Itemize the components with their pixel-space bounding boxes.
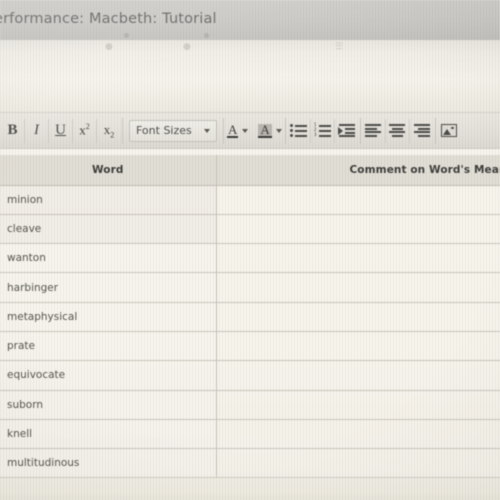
superscript-icon: x2	[79, 122, 90, 138]
toolbar-group-font-size: Font Sizes	[123, 117, 224, 144]
document-editing-area[interactable]: Word Comment on Word's Meaning minion cl…	[0, 149, 500, 500]
italic-icon: I	[34, 122, 39, 138]
table-row[interactable]: equivocate	[0, 360, 500, 391]
title-bar-artifact-dot	[124, 33, 129, 38]
table-row[interactable]: harbinger	[0, 272, 500, 303]
cell-word[interactable]: wanton	[0, 243, 217, 274]
font-sizes-dropdown[interactable]: Font Sizes	[129, 119, 217, 142]
cell-word[interactable]: equivocate	[0, 360, 217, 391]
superscript-button[interactable]: x2	[73, 118, 97, 143]
align-center-button[interactable]	[386, 118, 410, 143]
column-header-comment: Comment on Word's Meaning	[216, 155, 500, 186]
subscript-icon: x2	[103, 121, 115, 140]
editor-toolbar[interactable]: B I U x2 x2 Font Sizes A A 1 2 3	[0, 112, 500, 149]
bold-button[interactable]: B	[1, 118, 25, 143]
align-right-icon	[413, 124, 430, 137]
text-color-chevron-down-icon[interactable]	[242, 128, 249, 133]
align-left-button[interactable]	[362, 118, 386, 143]
vocabulary-table[interactable]: Word Comment on Word's Meaning minion cl…	[0, 155, 500, 479]
chevron-down-icon	[204, 128, 210, 133]
table-row[interactable]: wanton	[0, 243, 500, 274]
table-row[interactable]: metaphysical	[0, 302, 500, 332]
cell-comment[interactable]	[216, 390, 500, 420]
toolbar-group-alignment	[361, 117, 436, 144]
text-color-icon: A	[227, 121, 239, 138]
cell-word[interactable]: knell	[0, 419, 217, 450]
cell-comment[interactable]	[216, 272, 500, 303]
align-left-icon	[365, 124, 382, 137]
cell-comment[interactable]	[216, 419, 500, 450]
italic-button[interactable]: I	[25, 118, 49, 143]
cell-comment[interactable]	[216, 302, 500, 332]
font-sizes-label: Font Sizes	[136, 124, 192, 137]
cell-word[interactable]: suborn	[0, 390, 217, 420]
align-right-button[interactable]	[410, 119, 434, 143]
numbered-list-icon: 1 2 3	[314, 123, 331, 138]
cell-comment[interactable]	[216, 243, 500, 274]
numbered-list-button[interactable]: 1 2 3	[311, 118, 335, 143]
subscript-button[interactable]: x2	[97, 119, 121, 143]
table-row[interactable]: suborn	[0, 390, 500, 420]
toolbar-group-lists: 1 2 3	[286, 117, 361, 144]
faded-toolbar-ghost: ● ● ☰	[105, 42, 344, 52]
cell-comment[interactable]	[216, 331, 500, 362]
table-header-row: Word Comment on Word's Meaning	[0, 155, 500, 186]
toolbar-group-colors: A A	[224, 117, 286, 144]
cell-word[interactable]: cleave	[0, 214, 217, 245]
highlight-color-chevron-down-icon[interactable]	[275, 128, 282, 133]
image-icon	[440, 124, 457, 137]
bulleted-list-icon	[289, 124, 307, 137]
cell-comment[interactable]	[216, 214, 500, 245]
cell-word[interactable]: prate	[0, 331, 217, 362]
cell-comment[interactable]	[216, 360, 500, 391]
text-color-button[interactable]: A	[225, 119, 250, 143]
window-title-bar: erformance: Macbeth: Tutorial	[0, 0, 500, 41]
toolbar-group-text-style: B I U x2 x2	[0, 117, 123, 144]
column-header-word: Word	[0, 155, 217, 186]
table-row[interactable]: minion	[0, 185, 500, 215]
page-title: erformance: Macbeth: Tutorial	[0, 11, 217, 27]
highlight-color-button[interactable]: A	[256, 119, 283, 143]
bulleted-list-button[interactable]	[287, 118, 311, 143]
table-row[interactable]: prate	[0, 331, 500, 362]
cell-word[interactable]: metaphysical	[0, 302, 217, 332]
table-row[interactable]: knell	[0, 419, 500, 450]
cell-word[interactable]: harbinger	[0, 272, 217, 303]
align-center-icon	[389, 124, 406, 137]
cell-comment[interactable]	[216, 185, 500, 215]
photographed-screen: erformance: Macbeth: Tutorial ● ● ☰ B I	[0, 0, 500, 500]
bold-icon: B	[7, 122, 18, 138]
underline-icon: U	[55, 122, 66, 138]
underline-button[interactable]: U	[49, 118, 73, 143]
title-bar-artifact-dot	[204, 33, 209, 38]
highlight-color-icon: A	[258, 121, 272, 138]
toolbar-group-insert	[436, 118, 462, 144]
table-body: minion cleave wanton harbinger metaphysi…	[0, 185, 500, 479]
insert-image-button[interactable]	[437, 119, 461, 143]
table-row[interactable]: cleave	[0, 214, 500, 245]
page-bottom-fade	[0, 474, 500, 500]
indent-icon	[338, 124, 356, 137]
editor-upper-blank-area: ● ● ☰	[0, 40, 500, 112]
cell-word[interactable]: minion	[0, 185, 217, 215]
indent-button[interactable]	[335, 119, 359, 143]
